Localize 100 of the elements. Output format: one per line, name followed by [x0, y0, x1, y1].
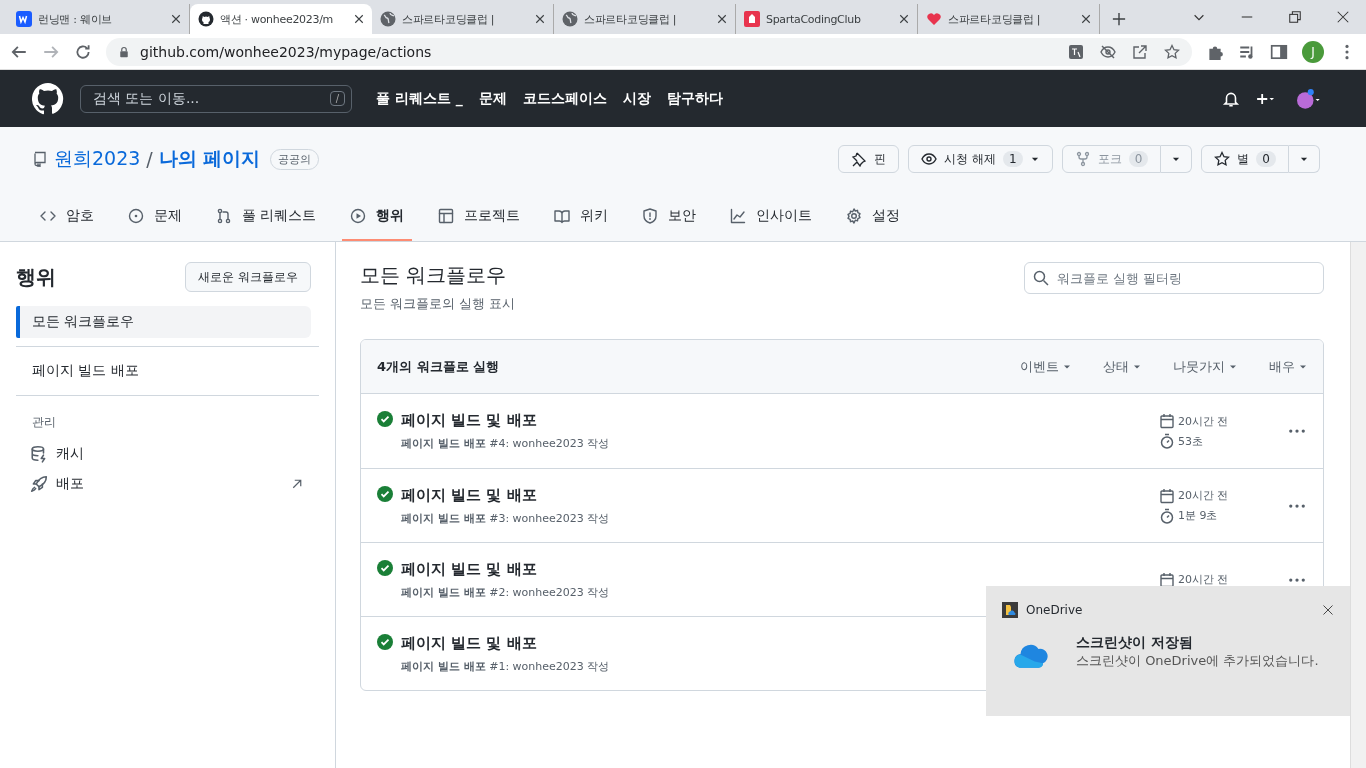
book-icon — [554, 208, 571, 224]
tab-title: SpartaCodingClub — [766, 12, 862, 26]
repo-tab[interactable]: 행위 — [342, 197, 413, 241]
run-time: 20시간 전 — [1178, 413, 1229, 429]
globe-icon — [562, 11, 578, 27]
run-title-link[interactable]: 페이지 빌드 및 배포 — [401, 633, 537, 653]
profile-avatar[interactable]: J — [1302, 40, 1324, 63]
pin-icon — [851, 151, 868, 167]
repo-tab[interactable]: 풀 리퀘스트 — [208, 197, 325, 241]
new-tab-icon[interactable] — [1112, 12, 1126, 26]
eye-slash-icon[interactable] — [1100, 43, 1116, 60]
graph-icon — [730, 208, 747, 224]
workflow-item[interactable]: 페이지 빌드 배포 — [16, 355, 311, 387]
star-button[interactable]: 별 0 — [1201, 145, 1289, 173]
repo-name-link[interactable]: 나의 페이지 — [158, 146, 261, 172]
table-icon — [438, 208, 455, 224]
filter-dropdown[interactable]: 나뭇가지 — [1173, 357, 1237, 376]
globe-icon — [380, 11, 396, 27]
issue-icon — [128, 208, 144, 224]
pull-request-icon — [216, 208, 232, 224]
repo-tab[interactable]: 설정 — [838, 197, 909, 241]
filter-dropdown[interactable]: 상태 — [1103, 357, 1141, 376]
run-title-link[interactable]: 페이지 빌드 및 배포 — [401, 559, 537, 579]
workflow-item[interactable]: 모든 워크플로우 — [16, 306, 311, 338]
count-badge: 1 — [1003, 151, 1023, 167]
fork-icon — [1074, 151, 1091, 167]
new-workflow-button[interactable]: 새로운 워크플로우 — [185, 262, 311, 292]
management-item[interactable]: 배포 — [16, 469, 319, 499]
filter-field[interactable]: 워크플로 실행 필터링 — [1024, 262, 1324, 294]
shortcut-key: / — [329, 91, 345, 106]
filter-dropdown[interactable]: 이벤트 — [1020, 357, 1071, 376]
close-icon[interactable] — [1322, 604, 1334, 616]
run-title-link[interactable]: 페이지 빌드 및 배포 — [401, 411, 537, 430]
owner-link[interactable]: 원희2023 — [54, 146, 141, 172]
onedrive-app-icon — [1002, 602, 1018, 618]
search-icon — [1033, 270, 1049, 286]
run-subtitle: 페이지 빌드 배포 #2: wonhee2023 작성 — [401, 584, 610, 600]
calendar-icon — [1159, 571, 1175, 588]
close-icon[interactable] — [354, 14, 364, 24]
octocat-icon[interactable] — [32, 82, 64, 115]
sidebar-title: 행위 — [16, 263, 56, 291]
settings-icon — [846, 208, 863, 224]
scrollbar[interactable] — [1350, 242, 1366, 768]
runs-count: 4개의 워크플로 실행 — [377, 357, 500, 376]
repo-tab[interactable]: 인사이트 — [722, 197, 821, 241]
check-circle-icon — [377, 634, 393, 650]
check-circle-icon — [377, 486, 393, 502]
path-separator: / — [146, 148, 153, 170]
stopwatch-icon — [1159, 433, 1175, 449]
close-icon[interactable] — [1336, 10, 1350, 24]
check-circle-icon — [377, 411, 393, 427]
notification-title: 스크린샷이 저장됨 — [1076, 634, 1194, 652]
search-field[interactable]: 검색 또는 이동... / — [80, 84, 352, 113]
nav-link[interactable]: 문제 — [478, 89, 507, 108]
calendar-icon — [1159, 413, 1175, 429]
repo-tab[interactable]: 보안 — [634, 197, 705, 241]
section-heading: 관리 — [31, 414, 57, 431]
management-item[interactable]: 캐시 — [16, 439, 319, 469]
count-badge: 0 — [1128, 151, 1149, 167]
stopwatch-icon — [1159, 507, 1175, 524]
pin-button[interactable]: 핀 — [838, 145, 900, 173]
nav-link[interactable]: 코드스페이스 — [522, 89, 607, 108]
octocat-icon — [198, 11, 214, 27]
url-text: github.com/wonhee2023/mypage/actions — [140, 43, 432, 60]
tab-title: 스파르타코딩클럽 | — [948, 11, 1042, 27]
restore-icon[interactable] — [1288, 10, 1302, 24]
close-icon[interactable] — [1081, 14, 1091, 24]
share-icon[interactable] — [1132, 43, 1148, 60]
side-panel-icon[interactable] — [1270, 42, 1288, 61]
nav-link[interactable]: 풀 리퀘스트 _ — [376, 89, 463, 108]
tab-title: 스파르타코딩클럽 | — [402, 11, 496, 27]
heart-icon — [926, 11, 942, 27]
browser-tab[interactable]: 액션 · wonhee2023/m — [190, 4, 372, 34]
run-duration: 53초 — [1178, 433, 1203, 449]
nav-link[interactable]: 시장 — [622, 89, 651, 108]
app-name: OneDrive — [1026, 603, 1084, 617]
repo-tab[interactable]: 암호 — [32, 197, 102, 241]
nav-link[interactable]: 탐구하다 — [666, 89, 723, 108]
close-icon[interactable] — [899, 14, 909, 24]
repo-tab[interactable]: 위키 — [546, 197, 617, 241]
run-time: 20시간 전 — [1178, 488, 1229, 503]
repo-tab[interactable]: 문제 — [120, 197, 190, 241]
eye-icon — [921, 151, 938, 167]
translate-icon[interactable] — [1068, 43, 1084, 60]
play-icon — [350, 208, 367, 224]
count-badge: 0 — [1256, 151, 1276, 167]
reload-icon[interactable] — [74, 42, 92, 61]
star-icon[interactable] — [1164, 43, 1180, 60]
filter-dropdown[interactable]: 배우 — [1269, 357, 1307, 376]
close-icon[interactable] — [535, 14, 545, 24]
tab-title: 런닝맨 : 웨이브 — [38, 11, 113, 27]
address-bar[interactable]: github.com/wonhee2023/mypage/actions — [106, 37, 1192, 66]
watch-button[interactable]: 시청 해제 1 — [908, 145, 1053, 173]
repo-tab[interactable]: 프로젝트 — [430, 197, 529, 241]
tab-title: 액션 · wonhee2023/m — [220, 11, 334, 27]
close-icon[interactable] — [717, 14, 727, 24]
run-title-link[interactable]: 페이지 빌드 및 배포 — [401, 485, 537, 505]
close-icon[interactable] — [171, 14, 181, 24]
rocket-icon — [30, 475, 48, 493]
run-time: 20시간 전 — [1178, 572, 1229, 587]
